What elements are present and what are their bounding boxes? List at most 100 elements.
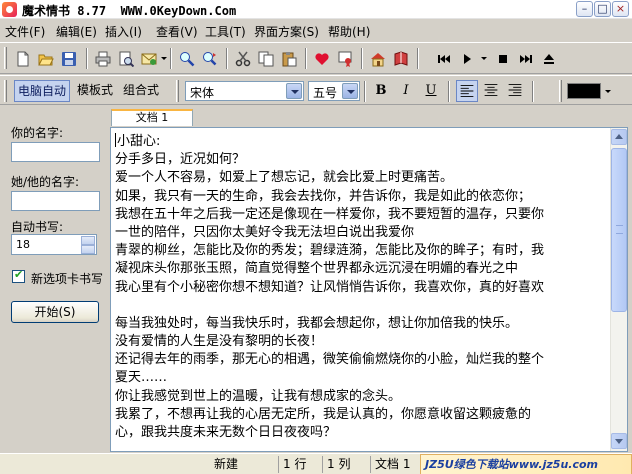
play-icon[interactable] — [457, 49, 477, 69]
menu-bar: 文件(F) 编辑(E) 插入(I) 查看(V) 工具(T) 界面方案(S) 帮助… — [0, 20, 632, 40]
font-name-select[interactable]: 宋体 — [185, 81, 304, 101]
vertical-scrollbar[interactable] — [610, 128, 627, 451]
status-document: 文档 1 — [370, 456, 410, 473]
left-panel: 你的名字: 她/他的名字: 自动书写: 18 新选项卡书写 开始(S) — [0, 107, 108, 453]
letter-line: 心，跟我共度未来无数个日日夜夜吗？ — [115, 425, 337, 440]
menu-theme[interactable]: 界面方案(S) — [254, 23, 319, 40]
stop-icon[interactable] — [493, 49, 513, 69]
italic-button[interactable]: I — [396, 81, 416, 101]
eject-icon[interactable] — [539, 49, 559, 69]
certificate-icon[interactable] — [335, 49, 355, 69]
window-title: 魔术情书 8.77 WWW.0KeyDown.Com — [22, 4, 237, 18]
font-size-value: 五号 — [313, 86, 338, 100]
find-icon[interactable] — [177, 49, 197, 69]
new-tab-label: 新选项卡书写 — [31, 272, 104, 286]
letter-line: 还记得去年的雨季，那无心的相遇，微笑偷偷燃烧你的小脸，灿烂我的整个 — [115, 352, 545, 368]
save-icon[interactable] — [59, 49, 79, 69]
chevron-down-icon[interactable] — [342, 83, 358, 99]
status-column: 1 列 — [322, 456, 350, 473]
align-left-icon[interactable] — [456, 80, 478, 102]
text-color-swatch[interactable] — [567, 83, 601, 99]
mail-icon[interactable] — [139, 49, 159, 69]
color-dropdown-arrow[interactable] — [605, 90, 611, 93]
toolbar-grip[interactable] — [4, 47, 7, 69]
mode-template-button[interactable]: 模板式 — [74, 80, 116, 102]
text-caret — [115, 133, 116, 147]
toolbar-separator — [448, 81, 450, 102]
font-size-select[interactable]: 五号 — [308, 81, 360, 101]
book-icon[interactable] — [391, 49, 411, 69]
scroll-down-button[interactable] — [611, 433, 627, 449]
format-toolbar: 电脑自动 模板式 组合式 宋体 五号 B I U — [0, 75, 632, 105]
menu-view[interactable]: 查看(V) — [156, 23, 198, 40]
app-icon — [2, 2, 17, 17]
menu-edit[interactable]: 编辑(E) — [56, 23, 97, 40]
scroll-up-button[interactable] — [611, 129, 627, 145]
chevron-down-icon[interactable] — [286, 83, 302, 99]
heart-icon[interactable] — [312, 49, 332, 69]
toolbar-separator — [361, 48, 363, 69]
home-icon[interactable] — [368, 49, 388, 69]
letter-line: 我心里有个小秘密你想不想知道？让风悄悄告诉你，我喜欢你，真的好喜欢 — [115, 279, 545, 295]
toolbar-grip[interactable] — [4, 80, 7, 102]
spin-up-button[interactable] — [81, 236, 95, 245]
bold-button[interactable]: B — [371, 81, 391, 101]
menu-file[interactable]: 文件(F) — [5, 23, 45, 40]
letter-line: 爱一个人不容易，如爱上了想忘记，就会比爱上时更痛苦。 — [115, 170, 454, 186]
align-right-icon[interactable] — [505, 80, 527, 102]
watermark-badge: JZ5U绿色下载站www.jz5u.com — [420, 454, 632, 474]
find-replace-icon[interactable] — [200, 49, 220, 69]
play-first-icon[interactable] — [434, 49, 454, 69]
play-dropdown-arrow[interactable] — [481, 57, 487, 60]
menu-insert[interactable]: 插入(I) — [105, 23, 142, 40]
cut-icon[interactable] — [233, 49, 253, 69]
auto-write-spinner[interactable]: 18 — [11, 234, 97, 255]
auto-write-label: 自动书写: — [11, 220, 64, 234]
toolbar-grip[interactable] — [559, 80, 562, 102]
toolbar-separator — [532, 81, 534, 102]
copy-icon[interactable] — [256, 49, 276, 69]
tab-document-1[interactable]: 文档 1 — [111, 109, 193, 126]
mode-auto-button[interactable]: 电脑自动 — [14, 80, 71, 102]
scrollbar-thumb[interactable] — [611, 148, 627, 312]
start-button[interactable]: 开始(S) — [11, 301, 99, 323]
align-center-icon[interactable] — [481, 80, 503, 102]
letter-line: 凝视床头你那张玉照，简直觉得整个世界都永远沉浸在明媚的春光之中 — [115, 261, 519, 277]
toolbar-separator — [170, 48, 172, 69]
toolbar-separator — [417, 48, 419, 69]
underline-button[interactable]: U — [421, 81, 441, 101]
paste-icon[interactable] — [279, 49, 299, 69]
menu-help[interactable]: 帮助(H) — [328, 23, 370, 40]
print-preview-icon[interactable] — [116, 49, 136, 69]
letter-line: 小甜心: — [115, 133, 161, 149]
minimize-button[interactable]: – — [576, 1, 593, 17]
play-last-icon[interactable] — [516, 49, 536, 69]
letter-line: 没有爱情的人生是没有黎明的长夜！ — [115, 334, 324, 350]
letter-line: 如果，我只有一天的生命，我会去找你，并告诉你，我是如此的依恋你； — [115, 188, 532, 204]
menu-tools[interactable]: 工具(T) — [205, 23, 246, 40]
status-line: 1 行 — [278, 456, 306, 473]
new-tab-checkbox[interactable] — [12, 268, 25, 283]
letter-line: 我想在五十年之后我一定还是像现在一样爱你，我不要短暂的温存，只要你 — [115, 206, 545, 222]
maximize-button[interactable]: □ — [594, 1, 611, 17]
status-bar: 新建 1 行 1 列 文档 1 JZ5U绿色下载站www.jz5u.com — [0, 453, 632, 474]
print-icon[interactable] — [93, 49, 113, 69]
toolbar-grip[interactable] — [176, 80, 179, 102]
toolbar-separator — [364, 81, 366, 102]
auto-write-value: 18 — [16, 238, 30, 251]
new-icon[interactable] — [13, 49, 33, 69]
toolbar-separator — [226, 48, 228, 69]
close-button[interactable]: × — [612, 1, 629, 17]
mail-dropdown-arrow[interactable] — [161, 57, 167, 60]
letter-line: 你让我感觉到世上的温暖，让我有想成家的念头。 — [115, 388, 402, 404]
your-name-input[interactable] — [11, 142, 100, 162]
toolbar-separator — [305, 48, 307, 69]
letter-line: 我累了，不想再让我的心居无定所，我是认真的，你愿意收留这颗疲惫的 — [115, 406, 532, 422]
toolbar-separator — [86, 48, 88, 69]
letter-editor[interactable]: 小甜心: 分手多日，近况如何？ 爱一个人不容易，如爱上了想忘记，就会比爱上时更痛… — [110, 127, 628, 452]
mode-combine-button[interactable]: 组合式 — [120, 80, 162, 102]
their-name-input[interactable] — [11, 191, 100, 211]
open-icon[interactable] — [36, 49, 56, 69]
spin-down-button[interactable] — [81, 245, 95, 254]
letter-line: 夏天…… — [115, 370, 168, 386]
